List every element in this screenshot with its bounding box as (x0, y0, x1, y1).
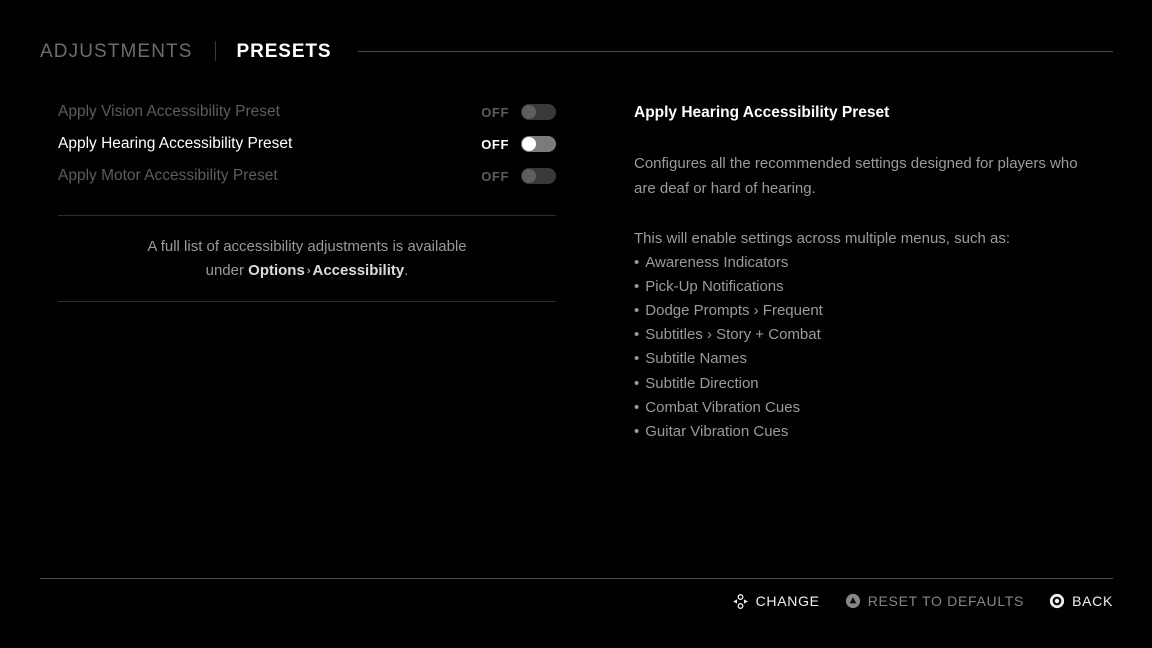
bullet-icon: • (634, 253, 640, 271)
tab-presets[interactable]: PRESETS (237, 42, 332, 61)
setting-label: Apply Vision Accessibility Preset (58, 103, 280, 121)
bullet-icon: • (634, 301, 640, 319)
detail-list-intro: This will enable settings across multipl… (634, 229, 1010, 247)
triangle-button-icon (845, 593, 860, 609)
toggle-knob (522, 105, 536, 119)
detail-settings-list: • Awareness Indicators • Pick-Up Notificat… (634, 251, 1104, 445)
list-item: • Awareness Indicators (634, 251, 1104, 275)
list-item: • Guitar Vibration Cues (634, 420, 1104, 444)
list-item: • Pick-Up Notifications (634, 275, 1104, 299)
bullet-icon: • (634, 277, 640, 295)
detail-description: Configures all the recommended settings … (634, 154, 1078, 197)
prompt-back[interactable]: BACK (1049, 593, 1113, 609)
chevron-right-icon: › (306, 265, 311, 277)
prompt-label: BACK (1072, 593, 1113, 609)
tab-separator (214, 41, 216, 61)
bullet-icon: • (634, 374, 640, 392)
list-item-label: Combat Vibration Cues (645, 398, 801, 416)
bullet-icon: • (634, 422, 640, 440)
setting-row-hearing-preset[interactable]: Apply Hearing Accessibility Preset OFF (58, 128, 556, 160)
toggle-knob (522, 137, 536, 151)
note-line-2: under Options › Accessibility. (76, 259, 538, 283)
prompt-reset-to-defaults[interactable]: RESET TO DEFAULTS (845, 593, 1024, 609)
toggle-switch-hearing-preset[interactable] (521, 136, 556, 152)
setting-row-vision-preset[interactable]: Apply Vision Accessibility Preset OFF (58, 96, 556, 128)
prompt-label: CHANGE (755, 593, 820, 609)
prompt-change[interactable]: CHANGE (732, 593, 820, 610)
list-item: • Subtitle Names (634, 347, 1104, 371)
toggle-switch-vision-preset[interactable] (521, 104, 556, 120)
header-divider (357, 51, 1113, 52)
tab-bar: ADJUSTMENTS PRESETS (40, 34, 1113, 68)
circle-button-icon (1049, 593, 1065, 609)
dpad-icon (732, 593, 748, 609)
bullet-icon: • (634, 398, 640, 416)
toggle-knob (522, 169, 536, 183)
list-item-label: Guitar Vibration Cues (645, 422, 789, 440)
note-suffix: . (404, 262, 409, 279)
note-options-label: Options (248, 262, 305, 279)
note-line-1: A full list of accessibility adjustments… (147, 238, 467, 255)
note-prefix: under (205, 262, 249, 279)
detail-panel: Apply Hearing Accessibility Preset Confi… (634, 105, 1104, 444)
list-item: • Combat Vibration Cues (634, 396, 1104, 420)
toggle-switch-motor-preset[interactable] (521, 168, 556, 184)
bullet-icon: • (634, 350, 640, 368)
accessibility-note: A full list of accessibility adjustments… (58, 216, 556, 301)
tab-adjustments[interactable]: ADJUSTMENTS (40, 42, 193, 61)
settings-divider-bottom (58, 301, 556, 302)
bullet-icon: • (634, 326, 640, 344)
setting-label: Apply Motor Accessibility Preset (58, 167, 278, 185)
list-item-label: Subtitles › Story + Combat (645, 326, 821, 344)
setting-row-motor-preset[interactable]: Apply Motor Accessibility Preset OFF (58, 160, 556, 192)
setting-value: OFF (481, 168, 509, 184)
setting-value: OFF (481, 104, 509, 120)
footer-divider (40, 578, 1113, 579)
note-accessibility-label: Accessibility (312, 262, 405, 279)
detail-spacer (634, 201, 1104, 226)
prompt-label: RESET TO DEFAULTS (867, 593, 1025, 609)
settings-list: Apply Vision Accessibility Preset OFF Ap… (58, 96, 556, 302)
list-item: • Subtitles › Story + Combat (634, 323, 1104, 347)
setting-label: Apply Hearing Accessibility Preset (58, 135, 293, 153)
detail-title: Apply Hearing Accessibility Preset (634, 104, 890, 121)
list-item-label: Dodge Prompts › Frequent (645, 301, 823, 319)
list-item-label: Subtitle Direction (645, 374, 759, 392)
list-item-label: Awareness Indicators (645, 253, 789, 271)
accessibility-presets-screen: ADJUSTMENTS PRESETS Apply Vision Accessi… (0, 0, 1152, 648)
list-item-label: Pick-Up Notifications (645, 277, 784, 295)
list-item: • Dodge Prompts › Frequent (634, 299, 1104, 323)
button-prompt-bar: CHANGE RESET TO DEFAULTS BACK (40, 589, 1113, 613)
setting-value: OFF (481, 136, 509, 152)
list-item-label: Subtitle Names (645, 350, 747, 368)
list-item: • Subtitle Direction (634, 372, 1104, 396)
